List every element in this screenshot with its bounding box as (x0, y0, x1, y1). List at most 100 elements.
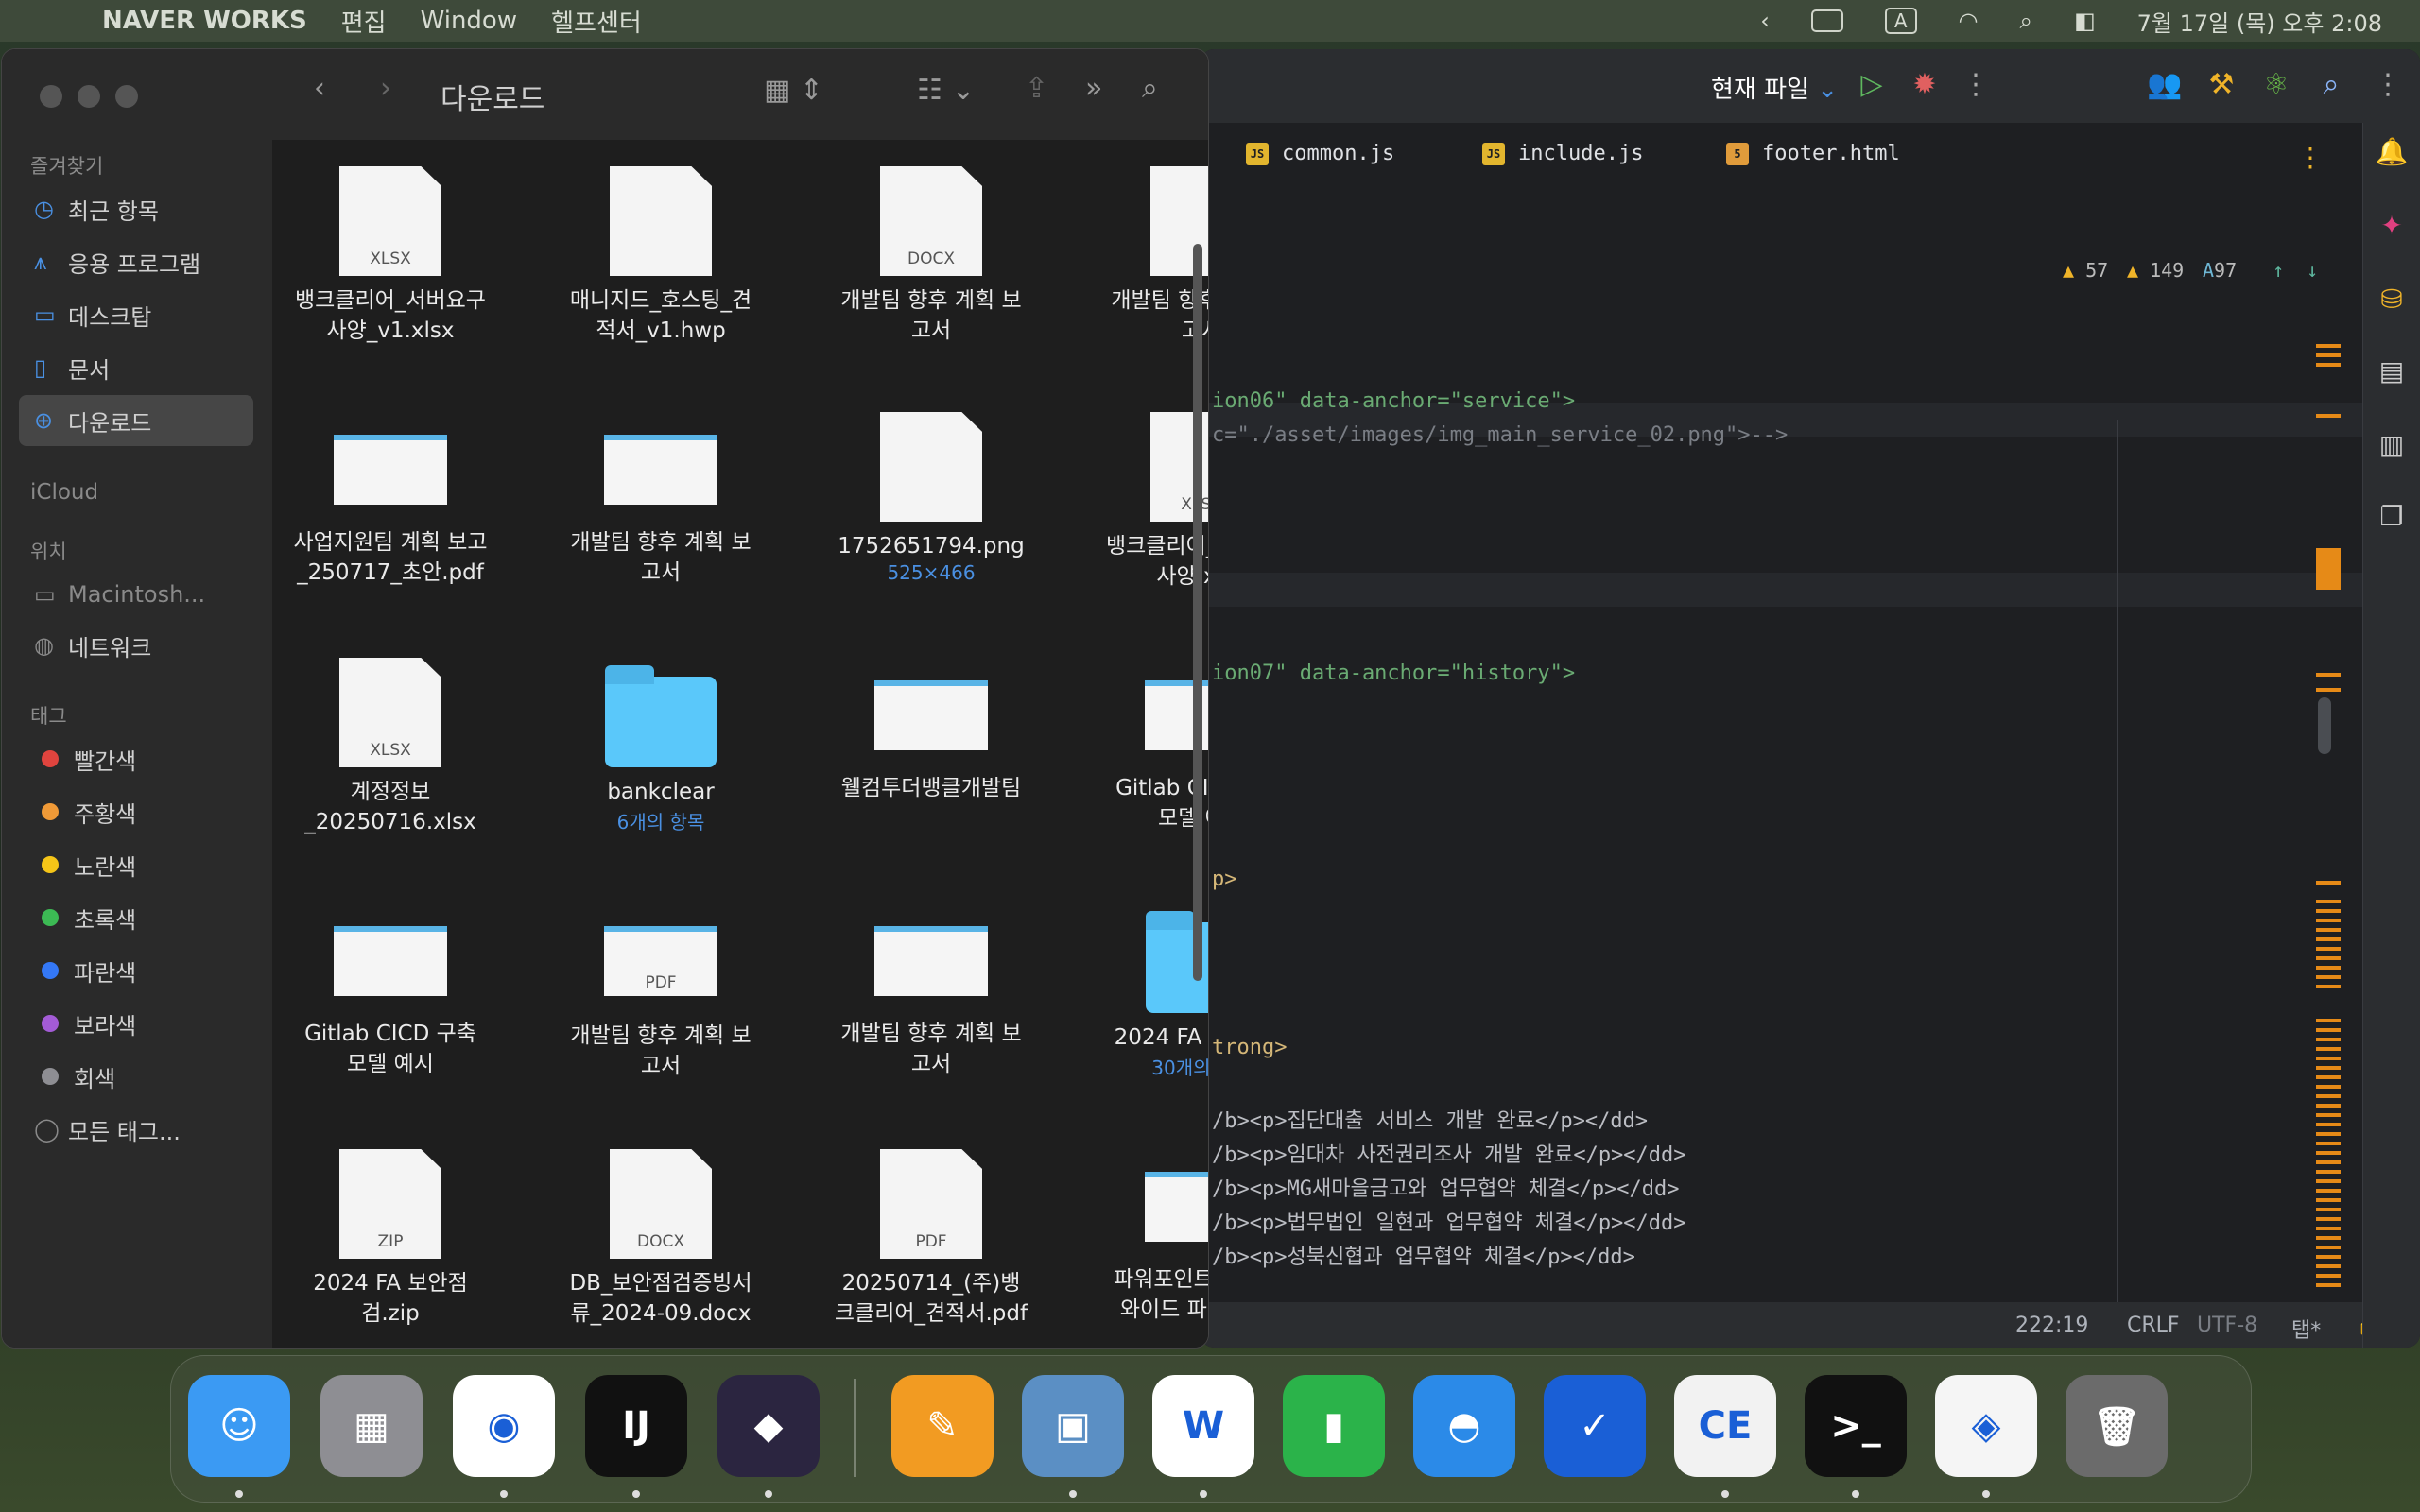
file-item[interactable]: 2024 FA 보안점검 30개의 항목 (1093, 903, 1208, 1080)
error-stripe-marker[interactable] (2316, 344, 2341, 348)
file-item[interactable]: PDF 개발팀 향후 계획 보 고서 (552, 903, 769, 1081)
search-icon[interactable]: ⌕ (1142, 72, 1158, 105)
tag-orange[interactable]: 주황색 (19, 786, 253, 837)
file-item[interactable]: 개발팀 향후 계획 보고서 (1093, 166, 1208, 346)
file-item[interactable]: XLSX 계정정보 _20250716.xlsx (282, 658, 499, 837)
error-stripe-marker[interactable] (2316, 673, 2341, 677)
dock-app-terminal[interactable]: >_ (1805, 1375, 1907, 1477)
chevron-left-icon[interactable]: ‹ (1760, 8, 1770, 34)
file-item[interactable]: XLSX 뱅크클리어_서버요구 사양_v1.xlsx (282, 166, 499, 346)
input-source-icon[interactable]: A (1884, 8, 1917, 34)
sidebar-item-downloads[interactable]: ⊕ 다운로드 (19, 395, 253, 446)
weak-warning-count[interactable]: ▲ 149 (2127, 259, 2184, 282)
menu-edit[interactable]: 편집 (341, 4, 387, 39)
forward-icon[interactable]: › (380, 72, 391, 105)
debug-icon[interactable]: ✹ (1906, 66, 1944, 104)
tab-include-js[interactable]: JS include.js (1482, 142, 1643, 165)
dock-app-finder[interactable]: ☺ (188, 1375, 290, 1477)
file-item[interactable]: DOCX DB_보안점검증빙서 류_2024-09.docx (552, 1149, 769, 1329)
run-icon[interactable]: ▷ (1853, 66, 1891, 104)
tabs-more-icon[interactable]: ⋮ (2297, 142, 2324, 173)
file-item[interactable]: 개발팀 향후 계획 보고서 (552, 412, 769, 588)
file-item[interactable]: XLSX뱅크클리어_서버요구사양.xlsx (1093, 412, 1208, 592)
dock-app-launchpad[interactable]: ▦ (320, 1375, 423, 1477)
error-stripe-marker[interactable] (2316, 363, 2341, 367)
dock-app-naver-works[interactable]: W (1152, 1375, 1254, 1477)
file-item[interactable]: 매니지드_호스팅_견 적서_v1.hwp (552, 166, 769, 346)
error-stripe-marker[interactable] (2316, 414, 2341, 418)
ide-more-icon[interactable]: ⋮ (2369, 66, 2407, 104)
file-item[interactable]: Gitlab CICD 구축모델 예시 (282, 903, 499, 1079)
dock-app-naver[interactable]: ◈ (1935, 1375, 2037, 1477)
wifi-icon[interactable]: ◠ (1959, 8, 1979, 34)
file-encoding[interactable]: UTF-8 (2197, 1314, 2257, 1337)
sidebar-item-recents[interactable]: ◷ 최근 항목 (19, 183, 253, 234)
dock-app-keynote[interactable]: ◓ (1413, 1375, 1515, 1477)
error-stripe-markers[interactable] (2316, 900, 2341, 994)
minimize-button[interactable] (78, 85, 100, 108)
file-item[interactable]: 웰컴투더뱅클개발팀 (822, 658, 1040, 803)
tag-green[interactable]: 초록색 (19, 892, 253, 943)
vertical-scrollbar[interactable] (1193, 244, 1202, 981)
tag-red[interactable]: 빨간색 (19, 733, 253, 784)
toolbar-overflow-icon[interactable]: » (1085, 72, 1102, 105)
sidebar-item-network[interactable]: ◍ 네트워크 (19, 620, 253, 671)
file-item[interactable]: bankclear 6개의 항목 (552, 658, 769, 834)
dock-app-numbers[interactable]: ▮ (1283, 1375, 1385, 1477)
error-stripe-marker[interactable] (2316, 353, 2341, 357)
sidebar-item-applications[interactable]: ⩚ 응용 프로그램 (19, 236, 253, 287)
file-item[interactable]: Gitlab CICD 구축모델 예시 (1093, 658, 1208, 833)
tag-purple[interactable]: 보라색 (19, 998, 253, 1049)
database-icon[interactable]: ⛁ (2375, 284, 2409, 318)
line-ending[interactable]: CRLF (2127, 1314, 2180, 1337)
control-center-icon[interactable]: ◧ (2074, 8, 2096, 34)
error-stripe-markers[interactable] (2316, 1019, 2341, 1293)
dock-app-obsidian[interactable]: ◆ (717, 1375, 820, 1477)
file-item[interactable]: 파워포인트-템플릿- 와이드 파일.pptx (1093, 1149, 1208, 1325)
tools-icon[interactable]: ⚒ (2203, 66, 2240, 104)
sidebar-item-all-tags[interactable]: ◯ 모든 태그... (19, 1104, 253, 1155)
tag-yellow[interactable]: 노란색 (19, 839, 253, 890)
tab-common-js[interactable]: JS common.js (1246, 142, 1394, 165)
tag-gray[interactable]: 회색 (19, 1051, 253, 1102)
dock-app-trash[interactable]: 🗑 (2066, 1375, 2168, 1477)
file-item[interactable]: PDF 20250714_(주)뱅 크클리어_견적서.pdf (822, 1149, 1040, 1329)
close-button[interactable] (40, 85, 62, 108)
search-icon[interactable]: ⌕ (2312, 66, 2350, 104)
error-stripe-marker[interactable] (2316, 688, 2341, 692)
sidebar-item-documents[interactable]: ▯ 문서 (19, 342, 253, 393)
dock-app-intellij-idea[interactable]: IJ (585, 1375, 687, 1477)
display-icon[interactable] (1810, 9, 1843, 32)
previous-highlight-icon[interactable]: ↑ (2273, 259, 2284, 282)
run-config-selector[interactable]: 현재 파일 ⌄ (1711, 70, 1838, 105)
menu-help[interactable]: 헬프센터 (551, 4, 642, 39)
code-editor[interactable]: ▲ 57 ▲ 149 A97 ↑ ↓ ion06" data-anchor="s… (1201, 187, 2363, 1336)
share-icon[interactable]: ⇪ (1025, 72, 1048, 105)
menubar-clock[interactable]: 7월 17일 (목) 오후 2:08 (2137, 5, 2382, 38)
zoom-button[interactable] (115, 85, 138, 108)
atom-icon[interactable]: ⚛ (2257, 66, 2295, 104)
indent-setting[interactable]: 탭* (2291, 1314, 2321, 1344)
ai-assistant-icon[interactable]: ✦ (2375, 210, 2409, 244)
file-item[interactable]: ZIP 2024 FA 보안점 검.zip (282, 1149, 499, 1329)
people-icon[interactable]: 👥 (2146, 66, 2184, 104)
file-item[interactable]: 개발팀 향후 계획 보고서 (822, 903, 1040, 1079)
dock-app-preview[interactable]: ▣ (1022, 1375, 1124, 1477)
warning-count[interactable]: ▲ 57 (2063, 259, 2108, 282)
back-icon[interactable]: ‹ (314, 72, 325, 105)
vertical-scrollbar[interactable] (2318, 697, 2331, 754)
group-by-icon[interactable]: ☷ ⌄ (917, 74, 976, 107)
view-icons-icon[interactable]: ▦ ⇕ (764, 74, 823, 107)
file-item[interactable]: 1752651794.png 525×466 (822, 412, 1040, 584)
dock-app-pages[interactable]: ✎ (891, 1375, 994, 1477)
menu-window[interactable]: Window (421, 7, 518, 35)
sidebar-item-desktop[interactable]: ▭ 데스크탑 (19, 289, 253, 340)
copy-icon[interactable]: ❐ (2375, 501, 2409, 535)
tag-blue[interactable]: 파란색 (19, 945, 253, 996)
dock-app-chrome[interactable]: ◉ (453, 1375, 555, 1477)
document-icon[interactable]: ▤ (2375, 355, 2409, 389)
next-highlight-icon[interactable]: ↓ (2307, 259, 2318, 282)
sidebar-item-macintosh[interactable]: ▭ Macintosh... (19, 569, 253, 620)
notifications-icon[interactable]: 🔔 (2375, 136, 2409, 170)
more-icon[interactable]: ⋮ (1957, 66, 1995, 104)
